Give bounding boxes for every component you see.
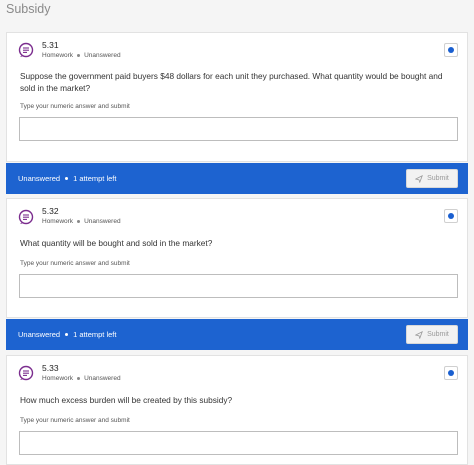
- question-type: Homework: [42, 375, 74, 382]
- answer-hint: Type your numeric answer and submit: [20, 417, 130, 424]
- section-title: Subsidy: [6, 2, 51, 16]
- question-state: Unanswered: [84, 375, 121, 382]
- send-icon: [415, 174, 424, 183]
- separator-dot: [65, 333, 69, 336]
- answer-input[interactable]: [19, 117, 458, 141]
- question-number: 5.31: [42, 40, 59, 50]
- answer-input[interactable]: [19, 431, 458, 455]
- question-card-5-33: 5.33 Homework Unanswered How much excess…: [6, 355, 468, 465]
- separator-dot: [77, 220, 81, 223]
- separator-dot: [77, 54, 81, 57]
- question-type: Homework: [42, 52, 74, 59]
- question-number: 5.33: [42, 363, 59, 373]
- dot-icon: [448, 47, 454, 53]
- answer-hint: Type your numeric answer and submit: [20, 103, 130, 110]
- question-bubble-icon: [18, 365, 34, 381]
- answer-hint: Type your numeric answer and submit: [20, 260, 130, 267]
- attempts-left: 1 attempt left: [73, 330, 117, 339]
- submit-button[interactable]: Submit: [406, 325, 458, 344]
- submit-button[interactable]: Submit: [406, 169, 458, 188]
- question-type: Homework: [42, 218, 74, 225]
- question-card-5-31: 5.31 Homework Unanswered Suppose the gov…: [6, 32, 468, 162]
- question-bubble-icon: [18, 42, 34, 58]
- expand-button[interactable]: [444, 366, 458, 380]
- question-state: Unanswered: [84, 218, 121, 225]
- status-text: Unanswered: [18, 174, 61, 183]
- submit-label: Submit: [427, 175, 449, 182]
- separator-dot: [65, 177, 69, 180]
- submit-label: Submit: [427, 331, 449, 338]
- separator-dot: [77, 377, 81, 380]
- status-text: Unanswered: [18, 330, 61, 339]
- question-text: Suppose the government paid buyers $48 d…: [20, 71, 443, 93]
- question-meta: Homework Unanswered: [42, 52, 121, 59]
- attempts-left: 1 attempt left: [73, 174, 117, 183]
- question-text: What quantity will be bought and sold in…: [20, 238, 213, 248]
- question-meta: Homework Unanswered: [42, 218, 121, 225]
- expand-button[interactable]: [444, 209, 458, 223]
- expand-button[interactable]: [444, 43, 458, 57]
- answer-input[interactable]: [19, 274, 458, 298]
- dot-icon: [448, 213, 454, 219]
- question-number: 5.32: [42, 206, 59, 216]
- status-bar: Unanswered 1 attempt left Submit: [6, 319, 468, 350]
- question-meta: Homework Unanswered: [42, 375, 121, 382]
- question-state: Unanswered: [84, 52, 121, 59]
- status-bar: Unanswered 1 attempt left Submit: [6, 163, 468, 194]
- question-text: How much excess burden will be created b…: [20, 395, 233, 405]
- send-icon: [415, 330, 424, 339]
- question-bubble-icon: [18, 209, 34, 225]
- dot-icon: [448, 370, 454, 376]
- question-card-5-32: 5.32 Homework Unanswered What quantity w…: [6, 198, 468, 318]
